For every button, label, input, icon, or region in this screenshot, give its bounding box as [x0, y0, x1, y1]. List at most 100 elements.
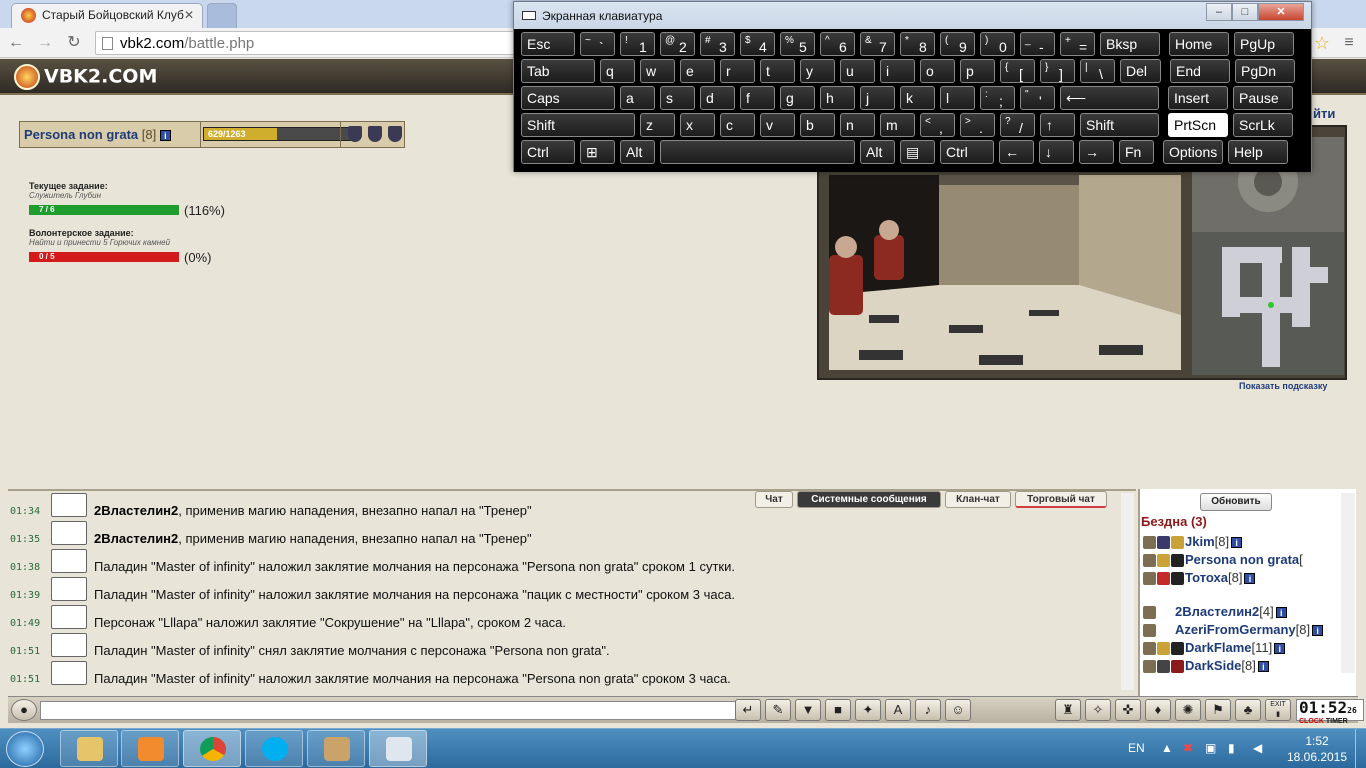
private-message-icon[interactable]: [1143, 572, 1156, 586]
reload-icon[interactable]: ↻: [63, 32, 85, 54]
key-bksp[interactable]: Bksp: [1100, 32, 1160, 56]
key-_-[interactable]: _ -: [1020, 32, 1055, 56]
minimize-button[interactable]: –: [1206, 3, 1232, 21]
taskbar-chrome[interactable]: [183, 730, 241, 767]
chat-input[interactable]: [40, 701, 740, 720]
exit-button[interactable]: EXIT ▮: [1265, 699, 1291, 721]
key-%5[interactable]: % 5: [780, 32, 815, 56]
message-time[interactable]: 01:39: [10, 590, 40, 601]
key-pause[interactable]: Pause: [1233, 86, 1293, 110]
key-n[interactable]: n: [840, 113, 875, 137]
key-w[interactable]: w: [640, 59, 675, 83]
system-clock[interactable]: 1:52 18.06.2015: [1282, 733, 1352, 765]
tab-chat[interactable]: Чат: [755, 491, 793, 508]
lock-icon[interactable]: ♣: [1235, 699, 1261, 721]
info-icon[interactable]: i: [1275, 607, 1287, 619]
key-del[interactable]: Del: [1120, 59, 1161, 83]
key-o[interactable]: o: [920, 59, 955, 83]
key-@2[interactable]: @2: [660, 32, 695, 56]
key-help[interactable]: Help: [1228, 140, 1288, 164]
inventory-icon[interactable]: ♦: [1145, 699, 1171, 721]
key-shift[interactable]: Shift: [521, 113, 635, 137]
signal-icon[interactable]: ▮: [1228, 741, 1235, 755]
key-q[interactable]: q: [600, 59, 635, 83]
online-player[interactable]: DarkSide[8] i: [1143, 658, 1269, 676]
key-v[interactable]: v: [760, 113, 795, 137]
key-}][interactable]: }]: [1040, 59, 1075, 83]
key-i[interactable]: i: [880, 59, 915, 83]
key-~`[interactable]: ~ `: [580, 32, 615, 56]
key-ctrl[interactable]: Ctrl: [521, 140, 575, 164]
key-pgup[interactable]: PgUp: [1234, 32, 1294, 56]
smiley-icon[interactable]: ☺: [945, 699, 971, 721]
key-f[interactable]: f: [740, 86, 775, 110]
key-←[interactable]: ←: [999, 140, 1034, 164]
private-message-icon[interactable]: [1143, 642, 1156, 656]
message-time[interactable]: 01:34: [10, 506, 40, 517]
player-name[interactable]: Тотоха: [1185, 570, 1228, 585]
network-error-icon[interactable]: ✖: [1183, 741, 1193, 755]
guild-emblem-icon[interactable]: [348, 126, 362, 142]
taskbar-onscreen-keyboard[interactable]: [369, 730, 427, 767]
chat-scrollbar[interactable]: [1121, 493, 1134, 690]
key-ctrl[interactable]: Ctrl: [940, 140, 994, 164]
key-pgdn[interactable]: PgDn: [1235, 59, 1295, 83]
key-b[interactable]: b: [800, 113, 835, 137]
key-alt[interactable]: Alt: [620, 140, 655, 164]
key-(9[interactable]: (9: [940, 32, 975, 56]
send-enter-icon[interactable]: ↵: [735, 699, 761, 721]
taskbar-paint[interactable]: [307, 730, 365, 767]
bag-icon[interactable]: ♜: [1055, 699, 1081, 721]
key-a[interactable]: a: [620, 86, 655, 110]
info-icon[interactable]: i: [1231, 537, 1243, 549]
flag-icon[interactable]: ⚑: [1205, 699, 1231, 721]
key-c[interactable]: c: [720, 113, 755, 137]
osk-title-bar[interactable]: Экранная клавиатура – □ ✕: [514, 2, 1311, 29]
key-⟵[interactable]: ⟵: [1060, 86, 1159, 110]
key-tab[interactable]: Tab: [521, 59, 595, 83]
message-time[interactable]: 01:35: [10, 534, 40, 545]
key-:;[interactable]: :;: [980, 86, 1015, 110]
clan-emblem-icon[interactable]: [388, 126, 402, 142]
show-desktop-button[interactable]: [1355, 729, 1366, 768]
player-name[interactable]: DarkFlame: [1185, 640, 1251, 655]
map-icon[interactable]: ✜: [1115, 699, 1141, 721]
key-end[interactable]: End: [1170, 59, 1230, 83]
skills-icon[interactable]: ✺: [1175, 699, 1201, 721]
private-message-icon[interactable]: [1143, 606, 1156, 620]
message-time[interactable]: 01:51: [10, 646, 40, 657]
new-tab-button[interactable]: [207, 3, 237, 28]
private-message-icon[interactable]: [1143, 624, 1156, 638]
online-player[interactable]: AzeriFromGermany[8] i: [1143, 622, 1324, 640]
key-shift[interactable]: Shift: [1080, 113, 1159, 137]
refresh-button[interactable]: Обновить: [1200, 493, 1272, 511]
key-⊞[interactable]: ⊞: [580, 140, 615, 164]
filter-icon[interactable]: ▼: [795, 699, 821, 721]
key-esc[interactable]: Esc: [521, 32, 575, 56]
key-r[interactable]: r: [720, 59, 755, 83]
message-actor[interactable]: 2Властелин2: [94, 503, 178, 518]
character-name[interactable]: Persona non grata [8] i: [24, 127, 171, 142]
key-$4[interactable]: $4: [740, 32, 775, 56]
sound-icon[interactable]: ♪: [915, 699, 941, 721]
clock-timer-widget[interactable]: 01:5226 CLOCK TIMER: [1296, 699, 1364, 725]
key-↑[interactable]: ↑: [1040, 113, 1075, 137]
key-^6[interactable]: ^ 6: [820, 32, 855, 56]
key-l[interactable]: l: [940, 86, 975, 110]
info-icon[interactable]: i: [159, 130, 171, 142]
maximize-button[interactable]: □: [1232, 3, 1258, 21]
message-time[interactable]: 01:49: [10, 618, 40, 629]
player-name[interactable]: DarkSide: [1185, 658, 1241, 673]
tab-trade-chat[interactable]: Торговый чат: [1015, 491, 1107, 508]
key-p[interactable]: p: [960, 59, 995, 83]
online-player[interactable]: Тотоха[8] i: [1143, 570, 1256, 588]
message-time[interactable]: 01:51: [10, 674, 40, 685]
key-+=[interactable]: + =: [1060, 32, 1095, 56]
key-options[interactable]: Options: [1163, 140, 1223, 164]
key-m[interactable]: m: [880, 113, 915, 137]
info-icon[interactable]: i: [1244, 573, 1256, 585]
key-→[interactable]: →: [1079, 140, 1114, 164]
key-!1[interactable]: ! 1: [620, 32, 655, 56]
online-player[interactable]: Persona non grata[: [1143, 552, 1303, 570]
key-g[interactable]: g: [780, 86, 815, 110]
